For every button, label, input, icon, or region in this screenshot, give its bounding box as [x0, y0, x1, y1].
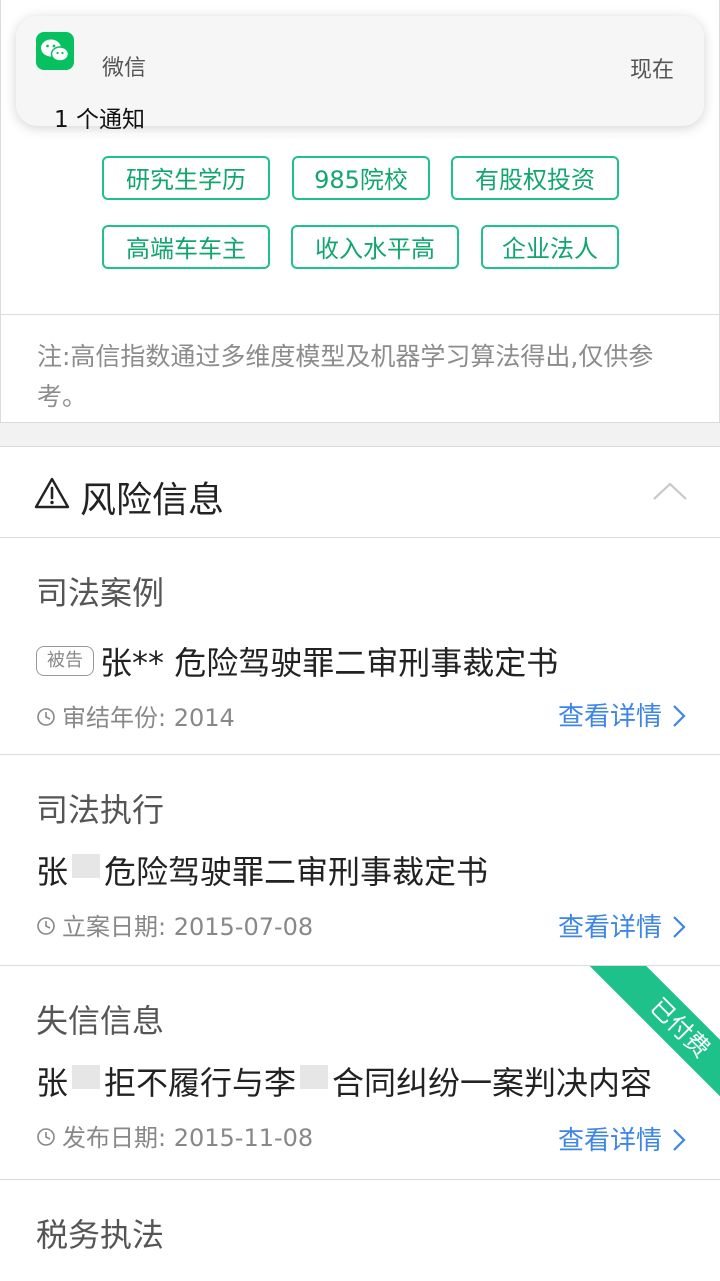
case-title[interactable]: 张拒不履行与李 合同纠纷一案判决内容 [36, 1058, 652, 1104]
tag-item: 收入水平高 [291, 225, 459, 269]
case-name-prefix: 张** [100, 644, 165, 682]
meta-text: 立案日期: 2015-07-08 [62, 913, 314, 941]
notification-message: 1 个通知 [54, 107, 145, 133]
link-label: 查看详情 [557, 1126, 662, 1156]
notification-time: 现在 [629, 58, 674, 83]
clock-icon [37, 1128, 55, 1146]
clock-icon [37, 708, 55, 726]
notification-banner[interactable]: 微信 现在 1 个通知 [16, 16, 704, 133]
case-name: 危险驾驶罪二审刑事裁定书 [174, 644, 559, 682]
disclaimer-note: 注:高信指数通过多维度模型及机器学习算法得出,仅供参考。 [1, 314, 719, 422]
tag-item: 高端车车主 [102, 225, 270, 269]
masked-name [72, 854, 101, 878]
risk-section: 风险信息 司法案例 被告 张** 危险驾驶罪二审刑事裁定书 审结年份: 2014 … [0, 446, 720, 1281]
risk-header[interactable]: 风险信息 [0, 447, 720, 538]
chevron-right-icon [673, 1128, 686, 1151]
view-details-link[interactable]: 查看详情 [558, 1120, 686, 1157]
masked-name [300, 1065, 329, 1089]
case-name: 危险驾驶罪二审刑事裁定书 [104, 853, 489, 891]
tag-item: 企业法人 [481, 225, 619, 269]
defendant-badge: 被告 [36, 646, 94, 676]
dishonesty-info-block: 已付费 失信信息 张拒不履行与李 合同纠纷一案判决内容 发布日期: 2015-11… [0, 966, 720, 1180]
case-meta: 发布日期: 2015-11-08 [36, 1118, 313, 1153]
case-name-mid: 拒不履行与李 [104, 1064, 297, 1102]
judicial-execution-block: 司法执行 张危险驾驶罪二审刑事裁定书 立案日期: 2015-07-08 查看详情 [0, 755, 720, 966]
risk-title: 风险信息 [80, 480, 225, 521]
tag-item: 985院校 [292, 156, 430, 200]
view-details-link[interactable]: 查看详情 [558, 696, 686, 733]
tag-item: 有股权投资 [451, 156, 619, 200]
link-label: 查看详情 [557, 913, 662, 943]
notification-app-name: 微信 [102, 56, 147, 81]
section-title: 司法执行 [36, 791, 165, 829]
link-label: 查看详情 [557, 702, 662, 732]
case-name-prefix: 张 [36, 853, 69, 891]
judicial-case-block: 司法案例 被告 张** 危险驾驶罪二审刑事裁定书 审结年份: 2014 查看详情 [0, 538, 720, 755]
section-title: 失信信息 [36, 1002, 165, 1040]
section-title: 司法案例 [36, 574, 165, 612]
case-title[interactable]: 被告 张** 危险驾驶罪二审刑事裁定书 [36, 638, 558, 684]
masked-name [72, 1065, 101, 1089]
warning-icon [34, 477, 70, 509]
view-details-link[interactable]: 查看详情 [558, 907, 686, 944]
case-title[interactable]: 张危险驾驶罪二审刑事裁定书 [36, 847, 488, 893]
meta-text: 审结年份: 2014 [62, 704, 235, 732]
chevron-right-icon [673, 915, 686, 938]
case-name: 合同纠纷一案判决内容 [332, 1064, 653, 1102]
clock-icon [37, 917, 55, 935]
chevron-right-icon [673, 704, 686, 727]
meta-text: 发布日期: 2015-11-08 [62, 1124, 314, 1152]
tax-enforcement-block: 税务执法 [0, 1180, 720, 1281]
case-meta: 审结年份: 2014 [36, 698, 235, 733]
wechat-icon [36, 32, 74, 70]
case-meta: 立案日期: 2015-07-08 [36, 907, 313, 942]
case-name-prefix: 张 [36, 1064, 69, 1102]
tag-item: 研究生学历 [102, 156, 270, 200]
chevron-up-icon[interactable] [652, 481, 688, 501]
section-title: 税务执法 [36, 1216, 165, 1254]
